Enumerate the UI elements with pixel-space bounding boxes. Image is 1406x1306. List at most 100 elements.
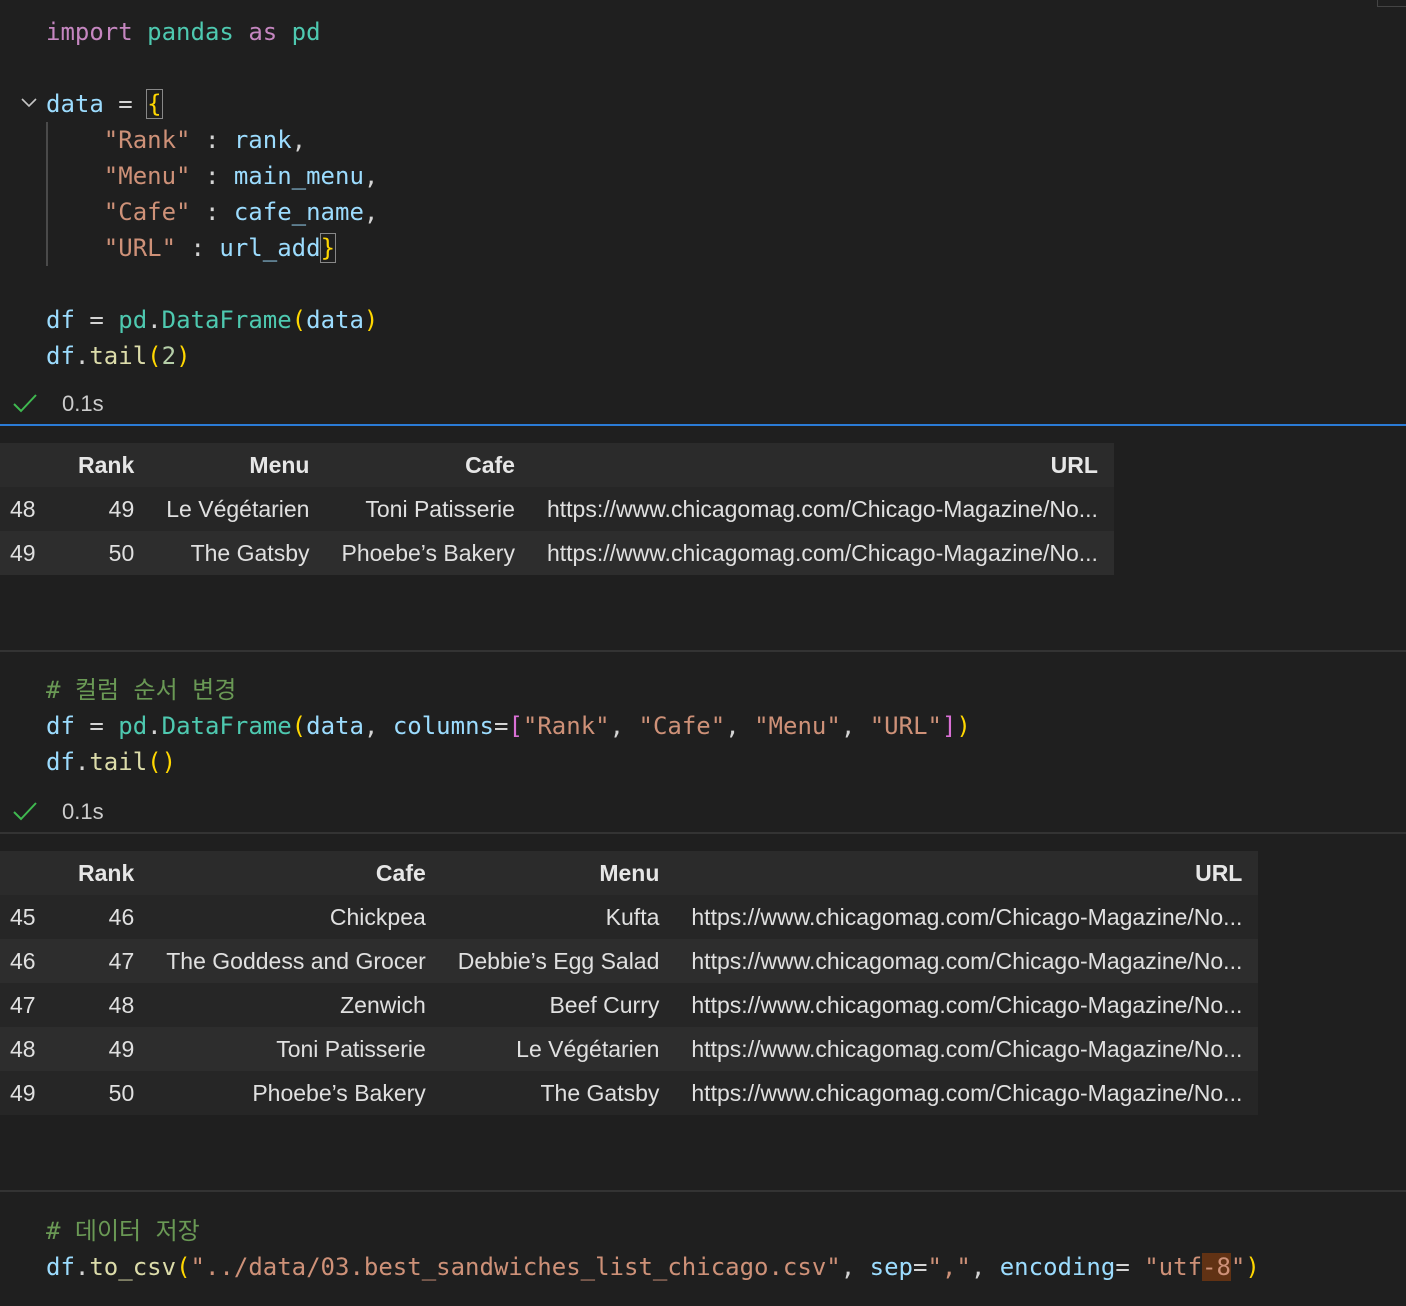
code-token: pandas xyxy=(147,18,234,46)
execution-time: 0.1s xyxy=(62,799,104,824)
code-line[interactable]: df = pd.DataFrame(data) xyxy=(46,302,378,338)
code-token: { xyxy=(146,89,163,119)
table-cell: Phoebe’s Bakery xyxy=(325,531,531,575)
code-token: cafe_name xyxy=(233,198,364,226)
table-row: 47 48 Zenwich Beef Curry https://www.chicago… xyxy=(0,983,1259,1027)
code-line[interactable]: "Cafe" : cafe_name, xyxy=(46,194,379,230)
table-row: 49 50 Phoebe’s Bakery The Gatsby https://www… xyxy=(0,1071,1259,1115)
code-token: "URL" xyxy=(869,712,942,740)
code-token: , xyxy=(363,712,393,740)
table-row: 48 49 Le Végétarien Toni Patisserie https://… xyxy=(0,487,1114,531)
code-line[interactable]: df.tail() xyxy=(46,744,971,780)
code-token: = xyxy=(493,712,509,740)
code-token: pd xyxy=(291,18,321,46)
code-token: , xyxy=(725,712,755,740)
code-token: : xyxy=(190,126,234,154)
check-icon xyxy=(13,802,37,821)
table-cell: 49 xyxy=(62,1027,151,1071)
code-token: ] xyxy=(941,712,957,740)
code-token: ) xyxy=(176,342,191,370)
code-cell-1[interactable]: import pandas as pd data = { "Rank" : ran… xyxy=(46,14,378,374)
row-index: 46 xyxy=(0,939,62,983)
column-header: Menu xyxy=(150,443,326,487)
code-line[interactable] xyxy=(46,266,378,302)
table-cell: 47 xyxy=(62,939,151,983)
cell-2-status: 0.1s xyxy=(0,794,104,830)
code-token: data xyxy=(46,90,104,118)
code-token: df xyxy=(46,1253,75,1281)
code-token: . xyxy=(74,342,90,370)
cell-divider xyxy=(0,832,1406,834)
table-cell: Phoebe’s Bakery xyxy=(150,1071,442,1115)
code-token: encoding xyxy=(999,1253,1116,1281)
cell-divider xyxy=(0,650,1406,652)
code-token: "Menu" xyxy=(754,712,841,740)
code-token: : xyxy=(190,162,234,190)
code-line[interactable]: import pandas as pd xyxy=(46,14,378,50)
code-token: . xyxy=(74,1253,90,1281)
code-token: "URL" xyxy=(103,234,177,262)
code-line[interactable]: # 컬럼 순서 변경 xyxy=(46,672,971,708)
code-token: = xyxy=(1115,1253,1145,1281)
table-cell: Kufta xyxy=(441,895,676,939)
code-token: } xyxy=(319,233,337,263)
code-token: DataFrame xyxy=(161,306,292,334)
table-cell: Chickpea xyxy=(150,895,442,939)
code-token: ( xyxy=(291,306,307,334)
code-token: . xyxy=(74,748,90,776)
code-token: as xyxy=(248,18,278,46)
chevron-down-icon[interactable] xyxy=(18,92,40,114)
code-token: ( xyxy=(147,342,162,370)
code-line[interactable] xyxy=(46,50,378,86)
code-token: . xyxy=(147,306,162,334)
row-index: 49 xyxy=(0,531,62,575)
column-header xyxy=(0,851,62,895)
code-line[interactable]: df.tail(2) xyxy=(46,338,378,374)
code-line[interactable]: "Rank" : rank, xyxy=(46,122,378,158)
row-index: 48 xyxy=(0,1027,62,1071)
row-index: 48 xyxy=(0,487,62,531)
code-line[interactable]: # 데이터 저장 xyxy=(46,1213,1260,1249)
code-token: , xyxy=(970,1253,1000,1281)
table-cell: The Gatsby xyxy=(441,1071,676,1115)
code-token: "../data/03.best_sandwiches_list_chicago… xyxy=(190,1253,841,1281)
code-cell-2[interactable]: # 컬럼 순서 변경 df = pd.DataFrame(data, column… xyxy=(46,672,971,780)
code-token: . xyxy=(147,712,162,740)
code-line[interactable]: df.to_csv("../data/03.best_sandwiches_li… xyxy=(46,1249,1260,1285)
code-token: "Cafe" xyxy=(638,712,726,740)
column-header: Menu xyxy=(441,851,676,895)
code-token: , xyxy=(840,712,870,740)
code-token: sep xyxy=(869,1253,913,1281)
code-line[interactable]: data = { xyxy=(46,86,378,122)
code-line[interactable]: df = pd.DataFrame(data, columns=["Rank",… xyxy=(46,708,971,744)
table-cell: 49 xyxy=(62,487,151,531)
code-line[interactable]: "Menu" : main_menu, xyxy=(46,158,379,194)
code-token: ( xyxy=(176,1253,191,1281)
table-row: 46 47 The Goddess and Grocer Debbie’s Egg S… xyxy=(0,939,1259,983)
code-token: data xyxy=(306,306,364,334)
code-token: = xyxy=(913,1253,928,1281)
code-token: df xyxy=(46,306,75,334)
code-token: tail xyxy=(89,342,148,370)
table-cell: Toni Patisserie xyxy=(325,487,531,531)
code-token: pd xyxy=(118,712,148,740)
column-header: Cafe xyxy=(150,851,442,895)
code-token: = xyxy=(74,712,119,740)
code-token: "Menu" xyxy=(103,162,191,190)
code-token: # 컬럼 순서 변경 xyxy=(46,676,237,704)
code-token: : xyxy=(190,198,234,226)
code-line[interactable]: "URL" : url_add} xyxy=(46,230,378,266)
code-token: "Rank" xyxy=(522,712,610,740)
code-token: DataFrame xyxy=(161,712,292,740)
scrollbar-corner xyxy=(1377,0,1406,7)
table-cell: Le Végétarien xyxy=(441,1027,676,1071)
code-token: () xyxy=(147,748,177,776)
table-row: 48 49 Toni Patisserie Le Végétarien https://… xyxy=(0,1027,1259,1071)
code-token: pd xyxy=(118,306,148,334)
code-token: , xyxy=(840,1253,870,1281)
dataframe-output-1: Rank Menu Cafe URL 48 49 Le Végétarien Toni Pa… xyxy=(0,443,1114,575)
code-cell-3[interactable]: # 데이터 저장 df.to_csv("../data/03.best_sandw… xyxy=(46,1213,1260,1285)
